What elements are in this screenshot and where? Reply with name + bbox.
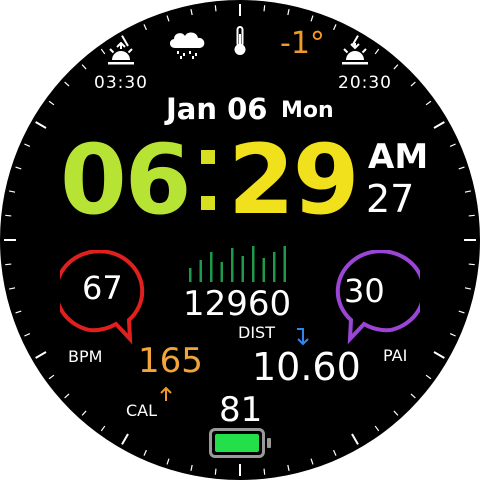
bezel-tick bbox=[9, 287, 16, 290]
bezel-tick bbox=[5, 263, 12, 266]
bezel-tick bbox=[143, 24, 147, 31]
bezel-tick bbox=[310, 458, 314, 465]
calories-value: 165 bbox=[138, 341, 203, 381]
sunset-icon bbox=[342, 43, 368, 65]
steps-bar bbox=[283, 246, 286, 282]
steps-bar bbox=[231, 248, 234, 282]
steps-bar bbox=[189, 268, 192, 282]
bezel-tick bbox=[433, 351, 445, 359]
battery-value: 81 bbox=[219, 390, 263, 430]
bezel-tick bbox=[410, 81, 416, 87]
bezel-tick bbox=[35, 121, 47, 129]
steps-bar bbox=[252, 246, 255, 282]
bezel-tick bbox=[15, 310, 22, 314]
bezel-tick bbox=[468, 263, 475, 266]
sunrise-icon bbox=[108, 42, 134, 65]
date-weekday: Mon bbox=[281, 98, 334, 123]
sunset-time: 20:30 bbox=[338, 73, 392, 93]
bezel-tick bbox=[64, 81, 70, 87]
bezel-tick bbox=[100, 425, 106, 432]
bezel-tick bbox=[121, 433, 129, 445]
time-hours: 06 bbox=[60, 124, 192, 236]
bezel-tick bbox=[310, 15, 314, 22]
calories-arrow-icon bbox=[160, 386, 172, 401]
bezel-tick bbox=[81, 410, 87, 416]
steps-bar bbox=[273, 252, 276, 282]
cloud-rain-icon bbox=[169, 32, 205, 59]
battery-fill bbox=[215, 434, 259, 452]
bezel-tick bbox=[100, 48, 106, 55]
bezel-tick bbox=[374, 425, 380, 432]
steps-bars bbox=[189, 246, 286, 282]
bezel-tick bbox=[166, 15, 170, 22]
bezel-tick bbox=[143, 449, 147, 456]
bezel-tick bbox=[263, 5, 266, 12]
bezel-tick bbox=[468, 214, 475, 217]
distance-label: DIST bbox=[238, 323, 275, 342]
bezel-tick bbox=[263, 468, 266, 475]
date-month-day: Jan 06 bbox=[166, 92, 268, 126]
bezel-tick bbox=[24, 143, 31, 147]
distance-value: 10.60 bbox=[252, 345, 361, 389]
bezel-tick bbox=[35, 351, 47, 359]
heart-rate-value: 67 bbox=[82, 269, 123, 307]
bezel-tick bbox=[333, 449, 337, 456]
bezel-tick bbox=[393, 64, 399, 70]
steps-bar bbox=[262, 258, 265, 282]
bezel-tick bbox=[393, 410, 399, 416]
steps-bar bbox=[220, 262, 223, 282]
bezel-tick bbox=[464, 190, 471, 193]
pai-label: PAI bbox=[383, 346, 408, 365]
distance-arrow-icon bbox=[297, 328, 309, 346]
bezel-tick bbox=[190, 9, 193, 16]
bezel-tick bbox=[9, 190, 16, 193]
bezel-tick bbox=[449, 333, 456, 337]
bezel-tick bbox=[374, 48, 380, 55]
temperature-value: -1° bbox=[280, 26, 325, 61]
bezel-tick bbox=[351, 433, 359, 445]
bezel-tick bbox=[81, 64, 87, 70]
pai-value: 30 bbox=[344, 272, 385, 310]
bezel-tick bbox=[449, 143, 456, 147]
steps-value: 12960 bbox=[183, 284, 292, 324]
thermometer-icon bbox=[234, 26, 246, 55]
sunrise-time: 03:30 bbox=[94, 73, 148, 93]
bezel-tick bbox=[458, 166, 465, 170]
bezel-tick bbox=[410, 393, 416, 399]
bezel-tick bbox=[333, 24, 337, 31]
steps-bar bbox=[241, 256, 244, 282]
bezel-tick bbox=[433, 121, 445, 129]
time-seconds: 27 bbox=[366, 177, 415, 221]
bezel-tick bbox=[287, 9, 290, 16]
bezel-tick bbox=[166, 458, 170, 465]
bezel-tick bbox=[214, 5, 217, 12]
bezel-tick bbox=[425, 374, 432, 380]
time-colon bbox=[201, 150, 215, 210]
bezel-tick bbox=[458, 310, 465, 314]
bezel-tick bbox=[15, 166, 22, 170]
calories-label: CAL bbox=[126, 401, 158, 420]
bezel-tick bbox=[214, 468, 217, 475]
steps-bar bbox=[210, 252, 213, 282]
time-minutes: 29 bbox=[228, 124, 360, 236]
bezel-tick bbox=[64, 393, 70, 399]
bezel-tick bbox=[48, 374, 55, 380]
bezel-tick bbox=[287, 464, 290, 471]
battery-icon bbox=[209, 428, 271, 462]
bezel-tick bbox=[464, 287, 471, 290]
steps-bar bbox=[199, 260, 202, 282]
bezel-tick bbox=[5, 214, 12, 217]
bezel-tick bbox=[190, 464, 193, 471]
time-ampm: AM bbox=[368, 137, 429, 177]
bezel-tick bbox=[24, 333, 31, 337]
bezel-tick bbox=[48, 100, 55, 106]
watch-face: 03:30 -1° 20:30 Jan 06 Mon 06 29 AM 27 6 bbox=[0, 0, 480, 480]
heart-rate-label: BPM bbox=[68, 347, 103, 366]
bezel-tick bbox=[425, 100, 432, 106]
